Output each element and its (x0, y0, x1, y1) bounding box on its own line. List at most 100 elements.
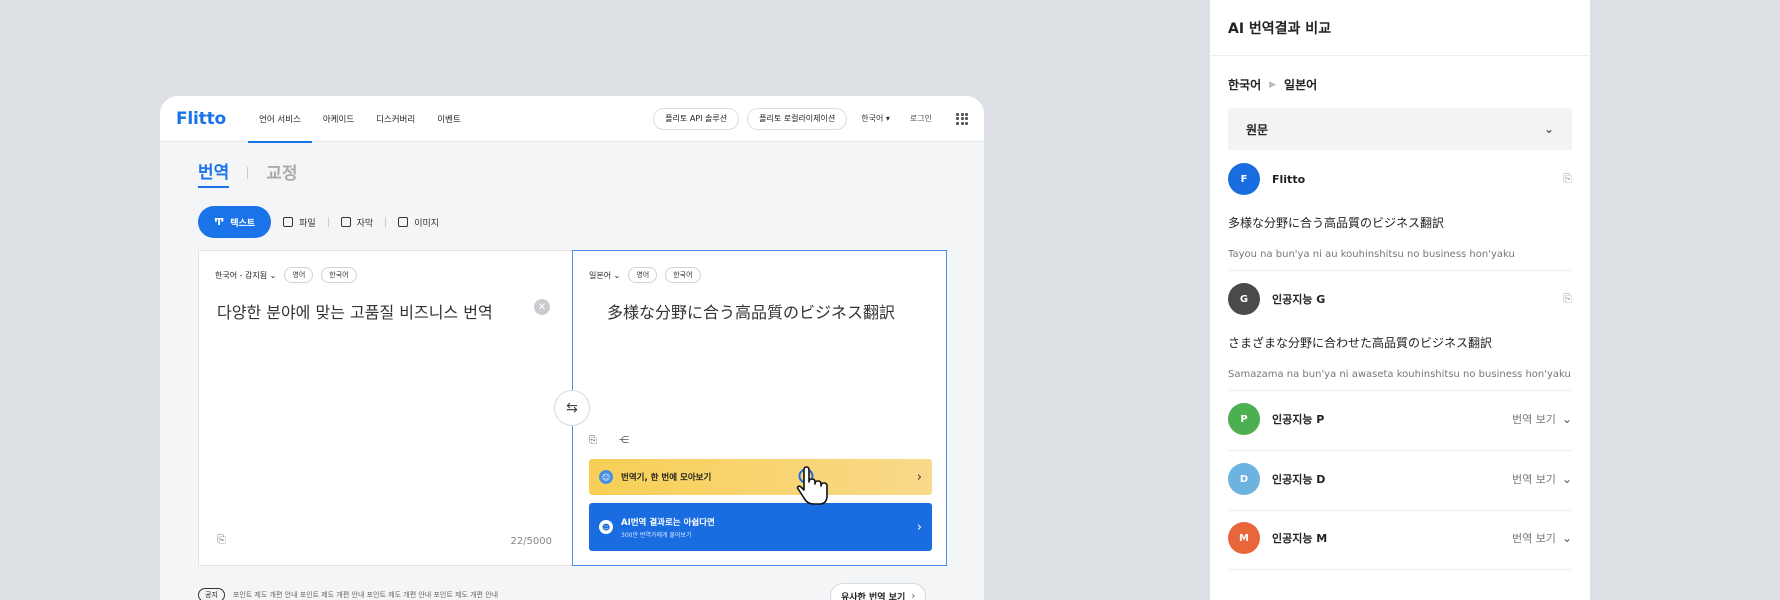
source-language-row: 한국어 - 감지됨 ⌄ 영어 한국어 (215, 267, 357, 283)
tab-divider (247, 167, 249, 179)
ai-compare-panel: AI 번역결과 비교 한국어 ▶ 일본어 원문 ⌄ F Flitto ⎘ 多様な… (1210, 0, 1590, 600)
divider (1228, 569, 1572, 570)
image-icon (398, 217, 409, 227)
notice-text: 포인트 제도 개편 안내 포인트 제도 개편 안내 포인트 제도 개편 안내 포… (232, 591, 499, 599)
avatar: F (1228, 163, 1260, 195)
chevron-right-icon: › (916, 519, 922, 535)
mode-image[interactable]: 이미지 (398, 216, 439, 229)
view-translation-toggle[interactable]: 번역 보기 ⌄ (1512, 471, 1572, 487)
source-text-input[interactable]: 다양한 분야에 맞는 고품질 비즈니스 번역 (217, 299, 493, 323)
compare-banner-title: 번역기, 한 번에 모아보기 (621, 473, 712, 483)
divider (1228, 510, 1572, 511)
target-panel: 일본어 ⌄ 영어 한국어 多様な分野に合う高品質のビジネス翻訳 ⎘ ⋲ ☺ 번역… (572, 250, 947, 566)
text-mode-icon: Ͳ (214, 216, 225, 228)
similar-label: 유사한 번역 보기 (841, 592, 906, 600)
chevron-down-icon: ⌄ (1561, 412, 1572, 426)
chevron-right-icon: › (916, 469, 922, 485)
compare-language-pair: 한국어 ▶ 일본어 (1228, 76, 1317, 93)
tab-proofread[interactable]: 교정 (266, 159, 297, 187)
target-lang-chip-korean[interactable]: 한국어 (665, 267, 701, 283)
character-counter: 22/5000 (510, 536, 552, 547)
result-flitto: F Flitto ⎘ 多様な分野に合う高品質のビジネス翻訳 Tayou na b… (1228, 162, 1572, 260)
original-label: 원문 (1246, 122, 1269, 137)
result-romanization: Samazama na bun'ya ni awaseta kouhinshit… (1228, 369, 1571, 380)
nav-discovery[interactable]: 디스커버리 (365, 96, 426, 142)
nav-event[interactable]: 이벤트 (426, 96, 471, 142)
main-menu: 언어 서비스 아케이드 디스커버리 이벤트 (248, 96, 472, 143)
chevron-right-icon: › (911, 590, 916, 600)
result-engine-name: 인공지능 M (1272, 532, 1328, 545)
arrow-right-icon: ▶ (1269, 79, 1277, 90)
result-engine-name: 인공지능 D (1272, 473, 1326, 486)
target-language-select[interactable]: 일본어 ⌄ (589, 270, 620, 281)
avatar: G (1228, 283, 1260, 315)
notice-bar[interactable]: 공지 포인트 제도 개편 안내 포인트 제도 개편 안내 포인트 제도 개편 안… (198, 588, 498, 600)
avatar: M (1228, 522, 1260, 554)
mode-file-label: 파일 (299, 218, 316, 229)
compare-source-lang: 한국어 (1228, 78, 1262, 92)
result-engine-name: Flitto (1272, 172, 1306, 186)
divider (1228, 270, 1572, 271)
divider (1228, 390, 1572, 391)
flitto-logo[interactable]: Flitto (176, 109, 226, 129)
avatar: D (1228, 463, 1260, 495)
api-solution-button[interactable]: 플리토 API 솔루션 (653, 107, 740, 130)
avatar: P (1228, 403, 1260, 435)
copy-icon[interactable]: ⎘ (589, 435, 597, 446)
human-translation-banner[interactable]: ☻ AI번역 결과로는 아쉽다면 300만 번역가에게 물어보기 › (589, 503, 932, 551)
share-icon[interactable]: ⋲ (619, 435, 629, 446)
result-romanization: Tayou na bun'ya ni au kouhinshitsu no bu… (1228, 249, 1515, 260)
result-engine-name: 인공지능 G (1272, 293, 1326, 306)
copy-icon[interactable]: ⎘ (217, 533, 226, 547)
original-text-dropdown[interactable]: 원문 ⌄ (1228, 108, 1572, 150)
source-lang-chip-korean[interactable]: 한국어 (321, 267, 357, 283)
result-engine-name: 인공지능 P (1272, 413, 1325, 426)
view-translation-label: 번역 보기 (1511, 532, 1556, 545)
mode-divider (385, 217, 387, 227)
background-stage: Flitto 언어 서비스 아케이드 디스커버리 이벤트 플리토 API 솔루션… (0, 0, 1780, 600)
result-ai-g: G 인공지능 G ⎘ さまざまな分野に合わせた高品質のビジネス翻訳 Samaza… (1228, 282, 1572, 380)
login-link[interactable]: 로그인 (910, 113, 932, 124)
human-banner-text: AI번역 결과로는 아쉽다면 300만 번역가에게 물어보기 (621, 516, 715, 539)
nav-arcade[interactable]: 아케이드 (312, 96, 365, 142)
compare-target-lang: 일본어 (1284, 78, 1318, 92)
swap-languages-icon[interactable]: ⇆ (554, 390, 590, 426)
file-icon (283, 217, 294, 227)
subtitle-icon (340, 217, 351, 227)
mode-subtitle[interactable]: 자막 (340, 216, 374, 229)
mode-text[interactable]: Ͳ 텍스트 (198, 206, 272, 238)
result-ai-m[interactable]: M 인공지능 M 번역 보기 ⌄ (1228, 521, 1572, 555)
app-grid-icon[interactable] (956, 112, 968, 125)
target-lang-chip-english[interactable]: 영어 (628, 267, 658, 283)
view-translation-toggle[interactable]: 번역 보기 ⌄ (1512, 530, 1572, 546)
clear-icon[interactable]: ✕ (534, 299, 550, 315)
localization-button[interactable]: 플리토 로컬라이제이션 (747, 107, 848, 130)
tab-translate[interactable]: 번역 (198, 158, 230, 188)
mode-file[interactable]: 파일 (283, 216, 316, 229)
nav-right-group: 플리토 API 솔루션 플리토 로컬라이제이션 한국어 ▾ 로그인 (653, 107, 968, 130)
view-translation-toggle[interactable]: 번역 보기 ⌄ (1512, 411, 1572, 427)
view-translation-label: 번역 보기 (1511, 473, 1556, 486)
source-lang-chip-english[interactable]: 영어 (284, 267, 314, 283)
similar-translations-button[interactable]: 유사한 번역 보기 › (830, 583, 927, 600)
nav-language-service[interactable]: 언어 서비스 (248, 96, 312, 143)
result-translation: 多様な分野に合う高品質のビジネス翻訳 (1228, 216, 1445, 230)
copy-icon[interactable]: ⎘ (1563, 292, 1572, 306)
result-ai-p[interactable]: P 인공지능 P 번역 보기 ⌄ (1228, 402, 1572, 436)
compare-translators-banner[interactable]: ☺ 번역기, 한 번에 모아보기 › (589, 459, 932, 495)
view-translation-label: 번역 보기 (1511, 413, 1556, 426)
mode-image-label: 이미지 (414, 218, 440, 229)
source-panel: 한국어 - 감지됨 ⌄ 영어 한국어 다양한 분야에 맞는 고품질 비즈니스 번… (198, 250, 572, 566)
source-language-select[interactable]: 한국어 - 감지됨 ⌄ (215, 270, 276, 281)
result-ai-d[interactable]: D 인공지능 D 번역 보기 ⌄ (1228, 462, 1572, 496)
copy-icon[interactable]: ⎘ (1563, 172, 1572, 186)
language-selector[interactable]: 한국어 ▾ (861, 113, 890, 124)
robot-icon: ☺ (599, 470, 613, 484)
human-banner-title: AI번역 결과로는 아쉽다면 (621, 517, 715, 528)
notice-tag: 공지 (198, 588, 225, 600)
mode-divider (327, 217, 329, 227)
human-banner-subtitle: 300만 번역가에게 물어보기 (621, 531, 692, 539)
mode-text-label: 텍스트 (230, 218, 256, 229)
mode-subtitle-label: 자막 (356, 218, 374, 229)
hand-cursor-icon (796, 466, 828, 505)
